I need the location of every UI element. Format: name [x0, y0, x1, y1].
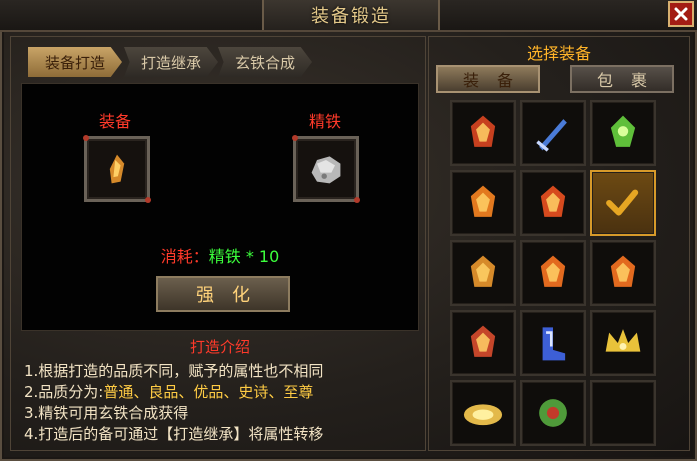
title-plate: 装备锻造: [262, 0, 440, 30]
equip-slot[interactable]: [83, 135, 151, 203]
item-slot[interactable]: [450, 240, 516, 306]
item-slot[interactable]: [590, 100, 656, 166]
intro-line-1: 1.根据打造的品质不同，赋予的属性也不相同: [24, 362, 324, 380]
intro-line-4: 4.打造后的备可通过【打造继承】将属性转移: [24, 425, 324, 443]
red-armor-icon: [470, 115, 496, 147]
tab-equip-forge[interactable]: 装备打造: [28, 47, 122, 77]
item-slot[interactable]: [520, 170, 586, 236]
equip-tab-button[interactable]: 装备: [436, 65, 540, 93]
forge-window: 装备锻造 装备打造 打造继承 玄铁合成 装备 精铁 消耗：精铁 * 10 强化 …: [0, 0, 697, 461]
iron-ore-icon: [311, 156, 341, 184]
tab-forge-inherit[interactable]: 打造继承: [124, 47, 218, 77]
red-gauntlet-icon: [470, 325, 496, 357]
window-title: 装备锻造: [311, 6, 391, 27]
intro-title: 打造介绍: [189, 338, 250, 356]
strengthen-button[interactable]: 强化: [156, 276, 290, 312]
close-icon: [674, 7, 688, 21]
gold-bracer-icon: [470, 255, 496, 287]
blue-sword-icon: [536, 119, 567, 152]
gold-medal-icon: [463, 404, 503, 426]
fire-armor-icon: [540, 185, 566, 217]
select-title: 选择装备: [526, 44, 591, 63]
material-slot[interactable]: [292, 135, 360, 203]
item-slot[interactable]: [590, 170, 656, 236]
fire-ring-icon: [610, 255, 636, 287]
fire-helmet-icon: [470, 185, 496, 217]
gold-crown-icon: [605, 329, 641, 352]
item-slot[interactable]: [590, 310, 656, 376]
empty-item-slot[interactable]: [590, 380, 656, 446]
quality-list: 普通、良品、优品、史诗、至尊: [103, 383, 314, 401]
item-slot[interactable]: [520, 380, 586, 446]
check-icon: [606, 189, 639, 216]
bag-tab-button[interactable]: 包裹: [570, 65, 674, 93]
item-slot[interactable]: [450, 170, 516, 236]
gold-bracer-icon: [109, 154, 125, 184]
green-amulet-icon: [539, 399, 567, 427]
tab-iron-synthesis[interactable]: 玄铁合成: [218, 47, 312, 77]
item-slot[interactable]: [520, 100, 586, 166]
close-button[interactable]: [668, 1, 694, 27]
green-charm-icon: [610, 115, 636, 147]
fire-ring-icon: [540, 255, 566, 287]
cost-value: 精铁 * 10: [208, 247, 280, 266]
item-slot[interactable]: [450, 380, 516, 446]
item-slot[interactable]: [520, 310, 586, 376]
intro-line-2-prefix: 2.品质分为:: [24, 383, 104, 401]
cost-label: 消耗：: [160, 247, 209, 266]
item-slot[interactable]: [520, 240, 586, 306]
equip-slot-label: 装备: [99, 112, 132, 131]
intro-line-3: 3.精铁可用玄铁合成获得: [24, 404, 189, 422]
blue-boots-icon: [542, 327, 566, 361]
item-slot[interactable]: [450, 310, 516, 376]
intro-line-2: 2.品质分为:普通、良品、优品、史诗、至尊: [24, 381, 313, 402]
material-slot-label: 精铁: [309, 112, 342, 131]
cost-line: 消耗：精铁 * 10: [0, 243, 440, 267]
item-slot[interactable]: [450, 100, 516, 166]
item-slot[interactable]: [590, 240, 656, 306]
